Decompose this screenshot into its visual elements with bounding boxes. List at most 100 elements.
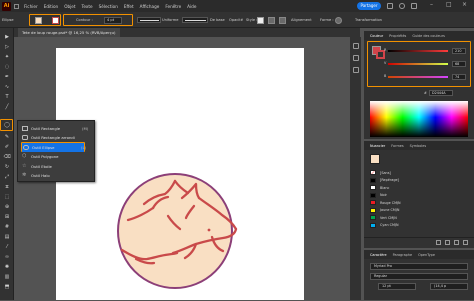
- layers-icon[interactable]: [352, 55, 359, 61]
- current-fill-swatch[interactable]: [370, 154, 380, 164]
- minimize-icon[interactable]: –: [430, 1, 433, 8]
- swatch-row[interactable]: Vert CMJN: [370, 214, 472, 222]
- shape-ellipse-icon[interactable]: [335, 16, 342, 24]
- align-to-icon[interactable]: [279, 16, 286, 24]
- close-icon[interactable]: ×: [462, 1, 467, 8]
- free-transform-tool-icon[interactable]: ⬚: [3, 194, 11, 200]
- magic-wand-tool-icon[interactable]: ✦: [3, 54, 11, 60]
- tab-formes[interactable]: Formes: [391, 144, 403, 148]
- align-label[interactable]: Alignement: [291, 18, 312, 22]
- symbol-sprayer-tool-icon[interactable]: ✺: [3, 264, 11, 270]
- menu-selection[interactable]: Sélection: [99, 4, 118, 9]
- share-button[interactable]: Partager: [357, 2, 381, 10]
- properties-icon[interactable]: [352, 43, 359, 49]
- graph-tool-icon[interactable]: ▥: [3, 274, 11, 280]
- menu-edition[interactable]: Edition: [44, 4, 59, 9]
- graphic-style-swatch[interactable]: [257, 16, 264, 24]
- ellipse-shape[interactable]: [117, 173, 233, 289]
- rotate-tool-icon[interactable]: ↻: [3, 164, 11, 170]
- workspace-grid-icon[interactable]: [14, 3, 19, 9]
- stroke-swatch[interactable]: [52, 16, 59, 24]
- delete-swatch-icon[interactable]: [463, 240, 468, 245]
- stroke-weight-input[interactable]: 4 pt: [104, 16, 122, 24]
- fill-swatch[interactable]: [35, 16, 42, 24]
- flyout-item-rectangle[interactable]: Outil Rectangle (M): [19, 124, 95, 133]
- mesh-tool-icon[interactable]: #: [3, 224, 11, 230]
- new-swatch-icon[interactable]: [454, 240, 459, 245]
- flyout-item-star[interactable]: ☆ Outil Etoile: [19, 162, 95, 171]
- type-tool-icon[interactable]: T: [3, 94, 11, 100]
- slider-v[interactable]: V 68: [384, 61, 468, 67]
- color-spectrum[interactable]: [370, 101, 468, 137]
- slider-b[interactable]: B 74: [384, 74, 468, 80]
- artboard-tool-icon[interactable]: ⬒: [3, 284, 11, 290]
- swatch-row[interactable]: Rouge CMJN: [370, 199, 472, 207]
- menu-texte[interactable]: Texte: [82, 4, 93, 9]
- slider-r-value[interactable]: 210: [452, 48, 466, 54]
- pen-tool-icon[interactable]: ✒: [3, 74, 11, 80]
- discover-icon[interactable]: [399, 3, 405, 9]
- flyout-item-ellipse[interactable]: Outil Ellipse: [22, 143, 84, 152]
- hex-input[interactable]: D2444A: [429, 90, 453, 96]
- swatch-row[interactable]: [Sans]: [370, 169, 472, 177]
- opacity-label[interactable]: Opacité: [229, 18, 243, 22]
- search-icon[interactable]: [387, 3, 393, 9]
- slider-r-track[interactable]: [388, 50, 448, 52]
- gradient-tool-icon[interactable]: ▤: [3, 234, 11, 240]
- curvature-tool-icon[interactable]: ∿: [3, 84, 11, 90]
- slider-b-track[interactable]: [388, 76, 448, 78]
- slider-v-value[interactable]: 68: [452, 61, 466, 67]
- shaper-tool-icon[interactable]: ✐: [3, 144, 11, 150]
- shape-label[interactable]: Forme :: [320, 18, 334, 22]
- tab-couleur[interactable]: Couleur: [370, 34, 383, 38]
- new-color-group-icon[interactable]: [445, 240, 450, 245]
- swatch-row[interactable]: Jaune CMJN: [370, 207, 472, 215]
- blend-tool-icon[interactable]: ∞: [3, 254, 11, 260]
- slider-b-value[interactable]: 74: [452, 74, 466, 80]
- font-style-select[interactable]: Regular: [370, 273, 468, 280]
- menu-aide[interactable]: Aide: [187, 4, 196, 9]
- swatch-row[interactable]: [Repérage]: [370, 177, 472, 185]
- menu-effet[interactable]: Effet: [124, 4, 134, 9]
- direct-selection-tool-icon[interactable]: ▷: [3, 44, 11, 50]
- tab-symboles[interactable]: Symboles: [410, 144, 426, 148]
- lasso-tool-icon[interactable]: ◌: [3, 64, 11, 70]
- swatch-library-icon[interactable]: [436, 240, 441, 245]
- eraser-tool-icon[interactable]: ⌫: [3, 154, 11, 160]
- transform-label[interactable]: Transformation: [355, 18, 382, 22]
- font-family-select[interactable]: Myriad Pro: [370, 263, 468, 270]
- flyout-item-polygon[interactable]: ⬡ Outil Polygone: [19, 153, 95, 162]
- tab-paragraphe[interactable]: Paragraphe: [393, 253, 412, 257]
- font-size-input[interactable]: 12 pt: [378, 283, 416, 290]
- menu-fichier[interactable]: Fichier: [24, 4, 38, 9]
- tab-proprietes[interactable]: Propriétés: [389, 34, 406, 38]
- ellipse-tool-icon[interactable]: ◯: [3, 122, 11, 128]
- width-tool-icon[interactable]: ⧖: [3, 184, 11, 190]
- brush-definition[interactable]: [182, 17, 208, 23]
- slider-v-track[interactable]: [388, 63, 448, 65]
- menu-fenetre[interactable]: Fenêtre: [165, 4, 181, 9]
- document-tab[interactable]: Tete de loup rouge.psd* @ 16,25 % (RVB/A…: [18, 28, 120, 37]
- scale-tool-icon[interactable]: ⤢: [3, 174, 11, 180]
- tab-opentype[interactable]: OpenType: [418, 253, 435, 257]
- workspace-icon[interactable]: [411, 3, 417, 9]
- swatch-row[interactable]: Noir: [370, 192, 472, 200]
- selection-tool-icon[interactable]: ▶: [3, 34, 11, 40]
- slider-r[interactable]: R 210: [384, 48, 468, 54]
- tab-guide-couleurs[interactable]: Guide des couleurs: [412, 34, 445, 38]
- recolor-icon[interactable]: [268, 16, 275, 24]
- tab-nuancier[interactable]: Nuancier: [370, 144, 385, 148]
- paintbrush-tool-icon[interactable]: ✎: [3, 134, 11, 140]
- line-tool-icon[interactable]: ╱: [3, 104, 11, 110]
- flyout-item-rounded-rectangle[interactable]: Outil Rectangle arrondi: [19, 134, 95, 143]
- maximize-icon[interactable]: □: [446, 1, 452, 8]
- perspective-grid-tool-icon[interactable]: ⊞: [3, 214, 11, 220]
- menu-affichage[interactable]: Affichage: [140, 4, 160, 9]
- leading-input[interactable]: (14,4 p: [430, 283, 468, 290]
- menu-objet[interactable]: Objet: [64, 4, 75, 9]
- shape-builder-tool-icon[interactable]: ⊕: [3, 204, 11, 210]
- tab-caractere[interactable]: Caractère: [370, 253, 387, 257]
- swatch-row[interactable]: Cyan CMJN: [370, 222, 472, 230]
- variable-width-profile[interactable]: [137, 17, 161, 23]
- flyout-item-flare[interactable]: ✲ Outil Halo: [19, 172, 95, 181]
